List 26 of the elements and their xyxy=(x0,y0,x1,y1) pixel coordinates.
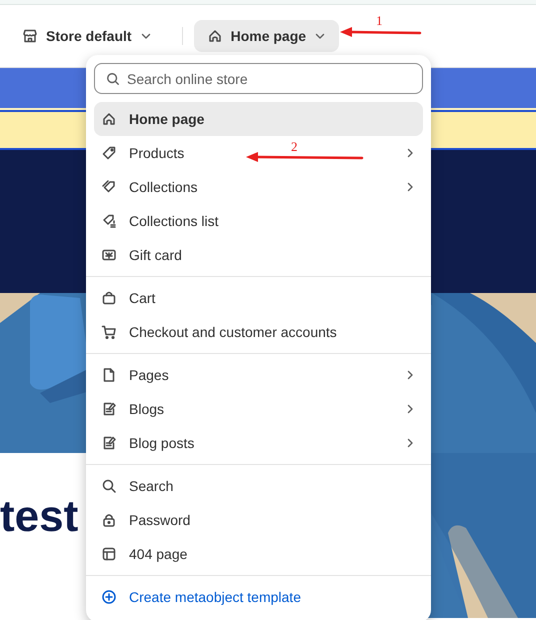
menu-item[interactable]: Gift card xyxy=(94,238,423,272)
lock-icon xyxy=(101,512,117,528)
search-icon xyxy=(101,478,117,494)
layout-icon xyxy=(101,546,117,562)
menu-item[interactable]: Home page xyxy=(94,102,423,136)
home-icon xyxy=(206,28,223,44)
page-selector[interactable]: Home page xyxy=(194,20,340,52)
tags-icon xyxy=(101,179,117,195)
menu-item[interactable]: 404 page xyxy=(94,537,423,571)
store-icon xyxy=(22,28,38,44)
menu-item[interactable]: Collections list xyxy=(94,204,423,238)
menu-item[interactable]: Password xyxy=(94,503,423,537)
home-icon xyxy=(101,111,117,127)
create-template-link[interactable]: Create metaobject template xyxy=(94,580,423,614)
headline: test xyxy=(0,495,78,539)
tag-list-icon xyxy=(101,213,117,229)
menu-item[interactable]: Search xyxy=(94,469,423,503)
search-icon xyxy=(106,72,120,86)
annotation-number: 1 xyxy=(376,14,382,27)
tag-icon xyxy=(101,145,117,161)
menu-item[interactable]: Collections xyxy=(94,170,423,204)
plus-circle-icon xyxy=(101,589,117,605)
search-field[interactable]: Search online store xyxy=(94,63,423,94)
annotation-number: 2 xyxy=(291,140,298,153)
store-selector[interactable]: Store default xyxy=(20,20,154,52)
gift-card-icon xyxy=(101,247,117,263)
